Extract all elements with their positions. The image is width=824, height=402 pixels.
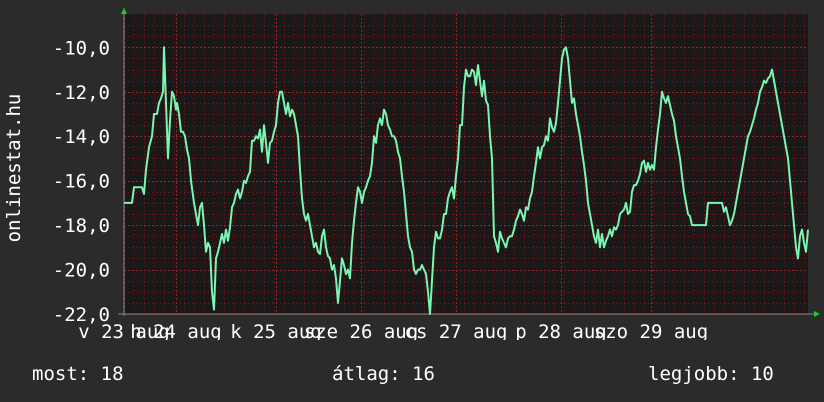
x-tick-label: szo 29 aug <box>594 321 708 340</box>
x-tick-label: cs 27 aug <box>405 321 508 340</box>
x-axis-arrow <box>814 311 820 317</box>
y-tick-label: -14,0 <box>53 126 110 148</box>
watermark-label: onlinestat.hu <box>3 94 25 243</box>
average-value-label: átlag: 16 <box>332 363 435 385</box>
best-value-label: legjobb: 10 <box>648 363 774 385</box>
y-tick-label: -18,0 <box>53 215 110 237</box>
y-tick-label: -20,0 <box>53 260 110 282</box>
current-value-label: most: 18 <box>32 363 124 385</box>
plot-background <box>124 14 808 314</box>
y-tick-label: -12,0 <box>53 82 110 104</box>
y-tick-label: -16,0 <box>53 171 110 193</box>
y-tick-label: -10,0 <box>53 37 110 59</box>
x-tick-label: h 24 aug <box>130 321 222 340</box>
line-chart: -22,0-20,0-18,0-16,0-14,0-12,0-10,0v 23 … <box>3 8 820 340</box>
y-axis-arrow <box>121 8 127 14</box>
x-tick-label: sze 26 aug <box>304 321 418 340</box>
